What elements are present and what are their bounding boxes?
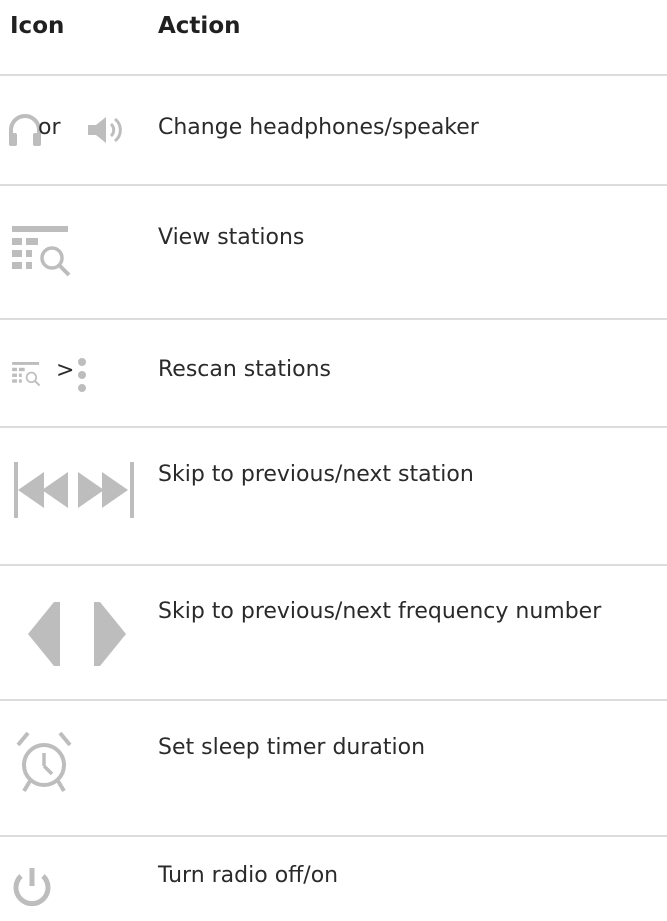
header-icon-column: Icon [10, 13, 65, 39]
table-row: Skip to previous/next station [0, 428, 667, 566]
icon-cell: or [8, 76, 154, 184]
icon-action-table: Icon Action or Change headphones/speaker [0, 0, 667, 921]
action-text: Change headphones/speaker [158, 115, 479, 140]
or-label: or [38, 115, 61, 140]
table-header: Icon Action [0, 0, 667, 76]
icon-cell [8, 428, 154, 564]
action-text: Set sleep timer duration [158, 735, 426, 760]
greater-than-label: > [56, 358, 75, 383]
power-icon [13, 868, 51, 907]
headphones-icon [9, 114, 41, 146]
action-text: Skip to previous/next frequency number [158, 599, 602, 624]
icon-cell [8, 566, 154, 699]
icon-cell [8, 701, 154, 835]
action-text: Rescan stations [158, 357, 331, 382]
more-vert-icon [78, 358, 86, 392]
arrow-right-icon [94, 602, 126, 666]
table-row: Skip to previous/next frequency number [0, 566, 667, 701]
speaker-icon [88, 117, 122, 143]
table-row: View stations [0, 186, 667, 320]
header-action-column: Action [158, 13, 241, 39]
station-list-icon [12, 362, 41, 387]
table-row: Turn radio off/on [0, 837, 667, 921]
icon-cell [8, 837, 154, 921]
table-row: or Change headphones/speaker [0, 76, 667, 186]
table-row: Set sleep timer duration [0, 701, 667, 837]
icon-cell [8, 186, 154, 318]
skip-previous-icon [14, 462, 68, 518]
arrow-left-icon [28, 602, 60, 666]
icon-cell: > [8, 320, 154, 426]
action-text: View stations [158, 225, 305, 250]
alarm-clock-icon [16, 731, 72, 793]
skip-next-icon [78, 462, 134, 518]
station-list-icon [12, 226, 71, 277]
action-text: Skip to previous/next station [158, 462, 474, 487]
table-row: > Rescan stations [0, 320, 667, 428]
action-text: Turn radio off/on [158, 863, 339, 888]
